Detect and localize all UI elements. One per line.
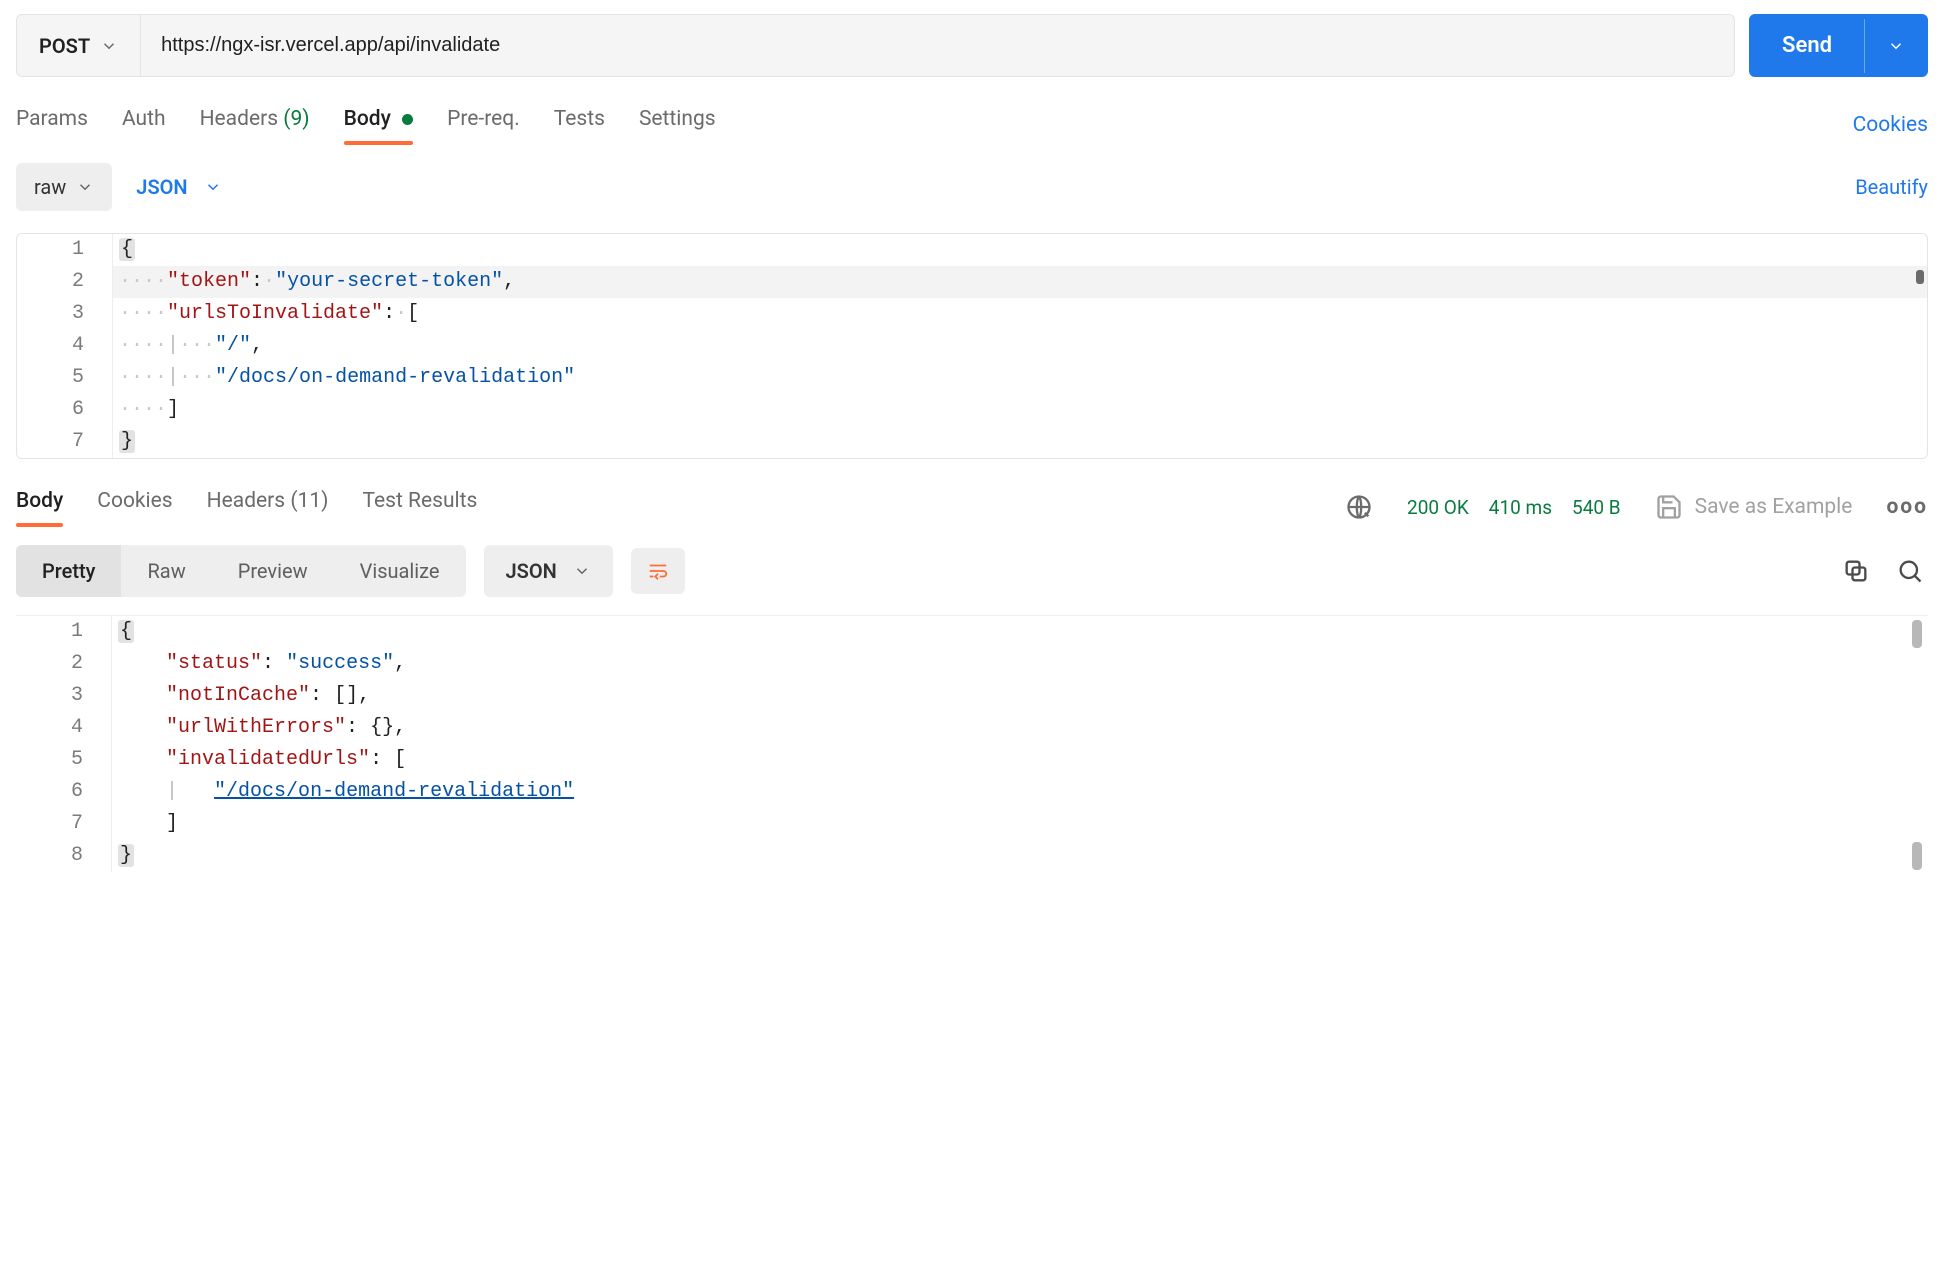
save-as-example[interactable]: Save as Example [1655, 493, 1853, 521]
beautify-link[interactable]: Beautify [1855, 175, 1928, 199]
copy-button[interactable] [1838, 553, 1874, 589]
more-actions[interactable]: ooo [1886, 495, 1928, 519]
body-mode-select[interactable]: raw [16, 163, 112, 211]
request-url-input[interactable] [141, 15, 1734, 76]
scrollbar-thumb[interactable] [1912, 620, 1922, 648]
wrap-icon [647, 560, 669, 582]
chevron-down-icon [1887, 37, 1905, 55]
body-type-select[interactable]: JSON [130, 165, 227, 209]
tab-headers[interactable]: Headers (9) [200, 107, 310, 143]
save-icon [1655, 493, 1683, 521]
resp-tab-body[interactable]: Body [16, 489, 63, 525]
send-button-caret[interactable] [1864, 19, 1927, 73]
http-method-select[interactable]: POST [17, 15, 141, 76]
resp-tab-cookies[interactable]: Cookies [97, 489, 172, 525]
response-time: 410 ms [1489, 496, 1552, 519]
tab-auth[interactable]: Auth [122, 107, 166, 143]
http-method-label: POST [39, 34, 90, 58]
request-body-editor[interactable]: 1{ 2····"token":·"your-secret-token", 3·… [16, 233, 1928, 459]
body-modified-dot [402, 114, 413, 125]
network-icon[interactable] [1345, 493, 1373, 521]
view-raw[interactable]: Raw [121, 545, 211, 597]
view-visualize[interactable]: Visualize [334, 545, 466, 597]
cookies-link[interactable]: Cookies [1853, 113, 1928, 137]
request-tabs: Params Auth Headers (9) Body Pre-req. Te… [16, 107, 1928, 143]
response-view-toolbar: Pretty Raw Preview Visualize JSON [16, 545, 1928, 597]
chevron-down-icon [573, 562, 591, 580]
body-toolbar: raw JSON Beautify [16, 163, 1928, 211]
tab-body[interactable]: Body [344, 107, 414, 143]
tab-prereq[interactable]: Pre-req. [447, 107, 520, 143]
view-preview[interactable]: Preview [212, 545, 334, 597]
wrap-lines-toggle[interactable] [631, 548, 685, 594]
response-meta: 200 OK 410 ms 540 B [1407, 496, 1621, 519]
response-status: 200 OK [1407, 496, 1469, 519]
resp-tab-headers[interactable]: Headers (11) [207, 489, 329, 525]
chevron-down-icon [100, 37, 118, 55]
chevron-down-icon [204, 178, 222, 196]
search-icon [1896, 557, 1924, 585]
tab-params[interactable]: Params [16, 107, 88, 143]
resp-tab-test-results[interactable]: Test Results [362, 489, 477, 525]
response-view-segmented: Pretty Raw Preview Visualize [16, 545, 466, 597]
chevron-down-icon [76, 178, 94, 196]
send-button[interactable]: Send [1749, 14, 1928, 77]
view-pretty[interactable]: Pretty [16, 545, 121, 597]
scrollbar-thumb[interactable] [1916, 270, 1924, 284]
response-body-editor[interactable]: 1{ 2 "status": "success", 3 "notInCache"… [16, 615, 1928, 872]
method-url-bar: POST [16, 14, 1735, 77]
response-tabs: Body Cookies Headers (11) Test Results 2… [16, 489, 1928, 525]
copy-icon [1842, 557, 1870, 585]
search-button[interactable] [1892, 553, 1928, 589]
scrollbar-thumb[interactable] [1912, 842, 1922, 870]
response-size: 540 B [1572, 496, 1621, 519]
response-type-select[interactable]: JSON [484, 545, 613, 597]
send-button-label: Send [1750, 15, 1864, 76]
tab-settings[interactable]: Settings [639, 107, 716, 143]
tab-tests[interactable]: Tests [554, 107, 605, 143]
